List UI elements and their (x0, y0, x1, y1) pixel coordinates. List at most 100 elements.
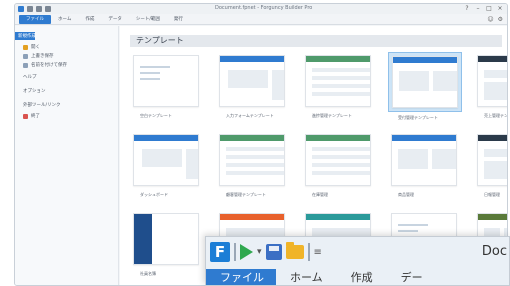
template-card[interactable]: 入力フォームテンプレート (216, 52, 290, 119)
thumbnail-content-block (312, 163, 370, 167)
minimize-icon[interactable]: – (475, 5, 481, 13)
sidebar-item-new[interactable]: 新規作成 (15, 32, 36, 40)
tab-create[interactable]: 作成 (337, 269, 387, 285)
template-card[interactable]: 売上管理テンプレート (474, 52, 508, 119)
tab-sheet-range[interactable]: シート/範囲 (129, 15, 167, 24)
template-thumbnail-frame (302, 52, 376, 110)
template-thumbnail (219, 55, 285, 107)
template-thumbnail (133, 213, 199, 265)
tab-data[interactable]: データ (101, 15, 129, 24)
sidebar-item-open[interactable]: 開く (15, 43, 119, 51)
save-icon[interactable] (265, 244, 282, 260)
sidebar-item-help[interactable]: ヘルプ (15, 73, 119, 81)
thumbnail-content-block (312, 84, 370, 88)
overlay-quick-access: F ▾ ≡ Doc (206, 237, 509, 267)
tab-file[interactable]: ファイル (19, 14, 51, 24)
tab-home[interactable]: ホーム (276, 269, 337, 285)
template-label: 受付管理テンプレート (398, 115, 438, 120)
sidebar-item-save-as[interactable]: 名前を付けて保存 (15, 61, 119, 69)
thumbnail-content-block (312, 155, 370, 159)
thumbnail-text-line (140, 72, 160, 74)
thumbnail-header-band (306, 214, 370, 220)
tab-file[interactable]: ファイル (206, 269, 276, 285)
customize-menu-icon[interactable]: ≡ (314, 247, 322, 258)
quick-access-toolbar (18, 5, 51, 13)
thumbnail-content-block (312, 171, 370, 175)
help-icon[interactable]: ? (464, 5, 470, 13)
thumbnail-content-block (399, 71, 429, 91)
divider (307, 243, 310, 261)
ribbon-right-icons: ☺ ⚙ (487, 16, 503, 23)
template-card[interactable]: 在庫管理 (302, 131, 376, 198)
template-card[interactable]: 社員名簿 (130, 210, 204, 277)
undo-icon[interactable] (45, 6, 51, 12)
tab-create[interactable]: 作成 (78, 15, 101, 24)
template-card[interactable]: 商品管理 (388, 131, 462, 198)
thumbnail-header-band (220, 135, 284, 141)
sidebar-item-label: ヘルプ (23, 75, 37, 80)
maximize-icon[interactable]: □ (486, 5, 492, 13)
tab-publish[interactable]: 発行 (167, 15, 190, 24)
template-label: 空白テンプレート (140, 113, 172, 118)
template-card[interactable]: 顧客管理テンプレート (216, 131, 290, 198)
settings-icon[interactable]: ⚙ (498, 16, 503, 23)
template-card[interactable]: 進捗管理テンプレート (302, 52, 376, 119)
overlay-ribbon-tabs: ファイル ホーム 作成 デー (206, 269, 509, 285)
thumbnail-content-block (226, 155, 284, 159)
thumbnail-content-block (432, 149, 456, 169)
thumbnail-header-band (134, 135, 198, 141)
sidebar-item-save[interactable]: 上書き保存 (15, 52, 119, 60)
tab-home[interactable]: ホーム (51, 15, 78, 24)
thumbnail-header-band (393, 57, 457, 63)
open-folder-icon (23, 44, 28, 50)
template-card[interactable]: 空白テンプレート (130, 52, 204, 119)
app-logo-icon: F (210, 242, 230, 262)
template-thumbnail-frame (216, 52, 290, 110)
run-icon[interactable] (240, 244, 253, 260)
thumbnail-content-block (484, 161, 507, 179)
thumbnail-content-block (228, 70, 268, 88)
template-label: 日報管理 (484, 192, 500, 197)
sidebar-item-options[interactable]: オプション (15, 87, 119, 95)
thumbnail-content-block (226, 163, 284, 167)
sidebar-item-label: 新規作成 (18, 34, 36, 39)
thumbnail-content-block (312, 76, 370, 80)
save-icon (23, 53, 28, 59)
template-thumbnail (219, 134, 285, 186)
template-label: 入力フォームテンプレート (226, 113, 274, 118)
sidebar-item-label: オプション (23, 89, 46, 94)
template-label: 売上管理テンプレート (484, 113, 508, 118)
close-icon[interactable]: × (497, 5, 503, 13)
template-card[interactable]: 受付管理テンプレート (388, 52, 462, 121)
template-thumbnail-frame (302, 131, 376, 189)
template-thumbnail (133, 55, 199, 107)
thumbnail-content-block (226, 171, 284, 175)
thumbnail-header-band (306, 135, 370, 141)
template-thumbnail-frame (216, 131, 290, 189)
template-thumbnail-frame (388, 52, 462, 112)
tab-data[interactable]: デー (387, 269, 437, 285)
thumbnail-content-block (312, 92, 370, 96)
thumbnail-side-panel (134, 214, 152, 264)
thumbnail-text-line (398, 224, 428, 226)
thumbnail-header-band (478, 56, 507, 62)
template-thumbnail-frame (130, 52, 204, 110)
template-thumbnail (305, 134, 371, 186)
template-card[interactable]: ダッシュボード (130, 131, 204, 198)
thumbnail-content-block (484, 149, 507, 157)
sidebar-item-external-tools[interactable]: 外部ツール/リンク (15, 101, 119, 109)
run-icon[interactable] (27, 6, 33, 12)
thumbnail-header-band (220, 214, 284, 220)
sidebar-item-exit[interactable]: 終了 (15, 112, 119, 120)
sidebar-item-label: 外部ツール/リンク (23, 103, 61, 108)
thumbnail-header-band (478, 135, 507, 141)
zoomed-toolbar-overlay: F ▾ ≡ Doc ファイル ホーム 作成 デー (205, 236, 510, 286)
chevron-down-icon[interactable]: ▾ (257, 247, 262, 257)
thumbnail-header-band (220, 56, 284, 62)
sidebar-item-label: 終了 (31, 114, 40, 119)
user-icon[interactable]: ☺ (487, 16, 493, 23)
open-folder-icon[interactable] (285, 242, 304, 259)
template-card[interactable]: 日報管理 (474, 131, 507, 198)
thumbnail-content-block (433, 71, 457, 91)
save-icon[interactable] (36, 6, 42, 12)
